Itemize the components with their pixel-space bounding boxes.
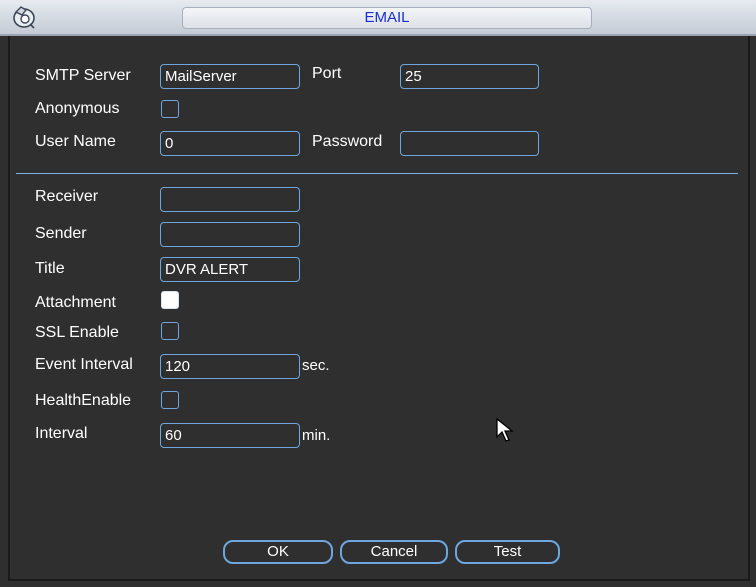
user-name-label: User Name <box>35 133 116 150</box>
title-label: Title <box>35 260 65 277</box>
ssl-enable-checkbox[interactable] <box>161 322 179 340</box>
attachment-label: Attachment <box>35 294 116 311</box>
health-enable-label: HealthEnable <box>35 392 132 409</box>
health-enable-checkbox[interactable] <box>161 391 179 409</box>
ssl-enable-label: SSL Enable <box>35 324 119 341</box>
section-divider <box>16 173 738 174</box>
port-input[interactable]: 25 <box>400 64 539 89</box>
smtp-server-input[interactable]: MailServer <box>160 64 300 89</box>
title-bar: EMAIL <box>0 0 756 36</box>
test-button[interactable]: Test <box>455 540 560 564</box>
cancel-button[interactable]: Cancel <box>340 540 448 564</box>
title-input[interactable]: DVR ALERT <box>160 257 300 282</box>
port-label: Port <box>312 65 342 82</box>
window-title: EMAIL <box>182 7 592 29</box>
password-label: Password <box>312 133 383 150</box>
attachment-checkbox[interactable] <box>161 291 179 309</box>
user-name-input[interactable]: 0 <box>160 131 300 156</box>
event-interval-label: Event Interval <box>35 356 133 373</box>
sender-label: Sender <box>35 225 87 242</box>
interval-unit: min. <box>302 427 331 444</box>
interval-label: Interval <box>35 425 88 442</box>
mouse-pointer-icon <box>496 418 514 442</box>
sender-input[interactable] <box>160 222 300 247</box>
interval-input[interactable]: 60 <box>160 423 300 448</box>
password-input[interactable] <box>400 131 539 156</box>
smtp-server-label: SMTP Server <box>35 67 131 84</box>
dvr-camera-icon <box>13 6 35 29</box>
event-interval-unit: sec. <box>302 357 330 374</box>
anonymous-label: Anonymous <box>35 100 120 117</box>
event-interval-input[interactable]: 120 <box>160 354 300 379</box>
receiver-input[interactable] <box>160 187 300 212</box>
email-dialog: EMAIL SMTP Server MailServer Port 25 Ano… <box>0 0 756 587</box>
receiver-label: Receiver <box>35 188 99 205</box>
anonymous-checkbox[interactable] <box>161 100 179 118</box>
ok-button[interactable]: OK <box>223 540 333 564</box>
